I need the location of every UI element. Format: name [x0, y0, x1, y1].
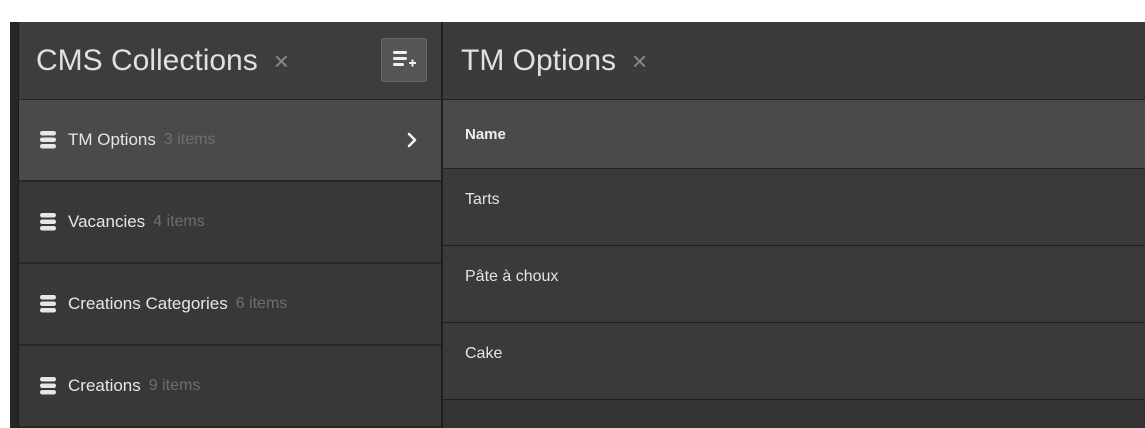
database-icon	[40, 377, 56, 395]
collection-item-creations-categories[interactable]: Creations Categories 6 items	[19, 264, 441, 346]
table-row[interactable]: Tarts	[443, 169, 1145, 246]
add-collection-button[interactable]	[381, 38, 427, 82]
collection-items-panel: TM Options × Name Tarts Pâte à choux Cak…	[443, 22, 1145, 428]
database-icon	[40, 213, 56, 231]
collection-count: 9 items	[148, 377, 201, 394]
close-collections-panel-icon[interactable]: ×	[274, 48, 289, 74]
database-icon	[40, 131, 56, 149]
chevron-right-icon	[405, 132, 419, 148]
item-name-cell: Pâte à choux	[465, 268, 559, 285]
items-panel-header: TM Options ×	[443, 22, 1145, 100]
item-name-cell: Cake	[465, 345, 503, 362]
cms-app: CMS Collections × TM Options 3 items Vac…	[10, 22, 1145, 428]
table-row[interactable]: Pâte à choux	[443, 246, 1145, 323]
name-column-header[interactable]: Name	[443, 100, 1145, 169]
items-table: Tarts Pâte à choux Cake	[443, 169, 1145, 400]
collection-item-creations[interactable]: Creations 9 items	[19, 346, 441, 428]
left-gutter	[10, 22, 19, 428]
collection-item-vacancies[interactable]: Vacancies 4 items	[19, 182, 441, 264]
collection-count: 3 items	[163, 131, 216, 148]
items-panel-title: TM Options	[461, 43, 617, 77]
collection-count: 4 items	[153, 213, 205, 230]
close-items-panel-icon[interactable]: ×	[632, 48, 647, 74]
column-header-label: Name	[465, 125, 506, 143]
collection-name: TM Options	[68, 130, 156, 149]
collection-item-tm-options[interactable]: TM Options 3 items	[19, 100, 441, 182]
database-add-icon	[393, 51, 416, 67]
collection-name: Creations Categories	[68, 294, 228, 313]
collections-panel-header: CMS Collections ×	[19, 22, 441, 100]
collection-name: Creations	[68, 376, 141, 395]
database-icon	[40, 295, 56, 313]
table-row[interactable]: Cake	[443, 323, 1145, 400]
collection-count: 6 items	[235, 295, 288, 312]
collections-panel-title: CMS Collections	[36, 43, 258, 77]
item-name-cell: Tarts	[465, 191, 500, 208]
collections-list: TM Options 3 items Vacancies 4 items Cre…	[19, 100, 441, 428]
collection-name: Vacancies	[68, 212, 146, 231]
cms-collections-panel: CMS Collections × TM Options 3 items Vac…	[19, 22, 443, 428]
